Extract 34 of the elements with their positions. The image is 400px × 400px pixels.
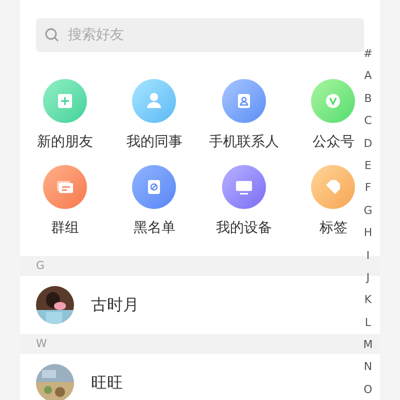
- search-field[interactable]: 搜索好友: [68, 24, 328, 46]
- index-letter[interactable]: G: [364, 200, 372, 222]
- index-letter[interactable]: L: [364, 312, 372, 334]
- index-letter[interactable]: H: [364, 222, 372, 245]
- shortcut-item[interactable]: 新的朋友: [36, 79, 93, 153]
- contact-name: 旺旺: [91, 372, 123, 394]
- search-bar[interactable]: 搜索好友: [36, 18, 364, 52]
- shortcut-label: 黑名单: [133, 219, 176, 238]
- search-icon: [44, 27, 60, 43]
- shortcut-label: 我的设备: [216, 219, 272, 238]
- shortcut-label: 新的朋友: [36, 133, 93, 152]
- index-letter[interactable]: F: [364, 177, 372, 200]
- section-header: G: [20, 256, 380, 276]
- index-letter[interactable]: N: [364, 356, 372, 379]
- index-letter[interactable]: D: [364, 132, 372, 155]
- contact-name: 古时月: [91, 294, 139, 316]
- shortcut-label: 公众号: [312, 133, 354, 152]
- index-letter[interactable]: A: [364, 65, 372, 88]
- shortcut-label: 我的同事: [126, 133, 182, 152]
- shortcut-label: 手机联系人: [208, 133, 279, 152]
- shortcut-label: 群组: [50, 219, 79, 238]
- index-letter[interactable]: C: [364, 110, 372, 133]
- shortcut-item[interactable]: 手机联系人: [208, 79, 279, 153]
- shortcut-label: 标签: [319, 219, 348, 238]
- contact-row[interactable]: 旺旺: [20, 354, 356, 400]
- index-letter[interactable]: M: [363, 334, 373, 356]
- index-letter[interactable]: K: [364, 289, 372, 312]
- index-letter[interactable]: E: [364, 154, 372, 178]
- shortcut-item[interactable]: 我的同事: [126, 79, 182, 153]
- index-letter[interactable]: O: [364, 378, 372, 400]
- index-letter[interactable]: B: [364, 88, 372, 110]
- shortcut-item[interactable]: 我的设备: [216, 165, 272, 239]
- contact-row[interactable]: 古时月: [20, 276, 356, 334]
- index-letter[interactable]: #: [363, 43, 373, 66]
